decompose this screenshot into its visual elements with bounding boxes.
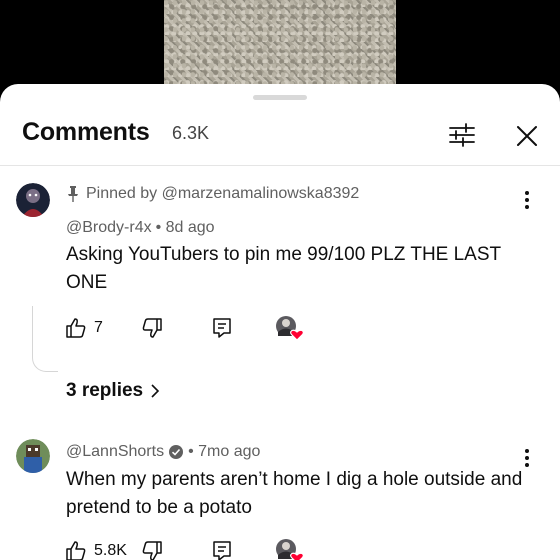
reply-button[interactable] — [210, 313, 234, 343]
view-replies-button[interactable]: 3 replies — [66, 380, 161, 402]
like-button[interactable]: 7 — [64, 313, 103, 343]
like-button[interactable]: 5.8K — [64, 536, 127, 560]
creator-heart-icon — [275, 315, 305, 341]
reply-icon — [213, 541, 231, 560]
sort-filter-button[interactable] — [446, 119, 478, 151]
sheet-title: Comments — [22, 118, 150, 146]
reply-button[interactable] — [210, 536, 234, 560]
dislike-button[interactable] — [140, 536, 164, 560]
more-vert-icon — [525, 449, 529, 467]
comment-meta: @LannShorts • 7mo ago — [66, 443, 260, 461]
dislike-button[interactable] — [140, 313, 164, 343]
comment-text: Asking YouTubers to pin me 99/100 PLZ TH… — [66, 244, 501, 293]
avatar[interactable] — [16, 439, 50, 473]
pinned-label: Pinned by @marzenamalinowska8392 — [66, 185, 359, 203]
comment-actions: 7 — [62, 313, 322, 343]
replies-label: 3 replies — [66, 380, 144, 401]
thumb-down-icon — [142, 541, 162, 560]
comment-author[interactable]: @Brody-r4x — [66, 219, 152, 237]
more-options-button[interactable] — [516, 187, 538, 213]
close-icon — [517, 126, 537, 146]
like-count: 7 — [94, 319, 103, 336]
sliders-icon — [449, 123, 475, 147]
comments-sheet: Comments 6.3K Pinned by @marzenamalinows… — [0, 84, 560, 560]
like-count: 5.8K — [94, 542, 127, 559]
comments-header: Comments 6.3K — [0, 108, 560, 166]
creator-heart-icon — [275, 538, 305, 560]
thumb-up-icon — [66, 541, 86, 560]
comment-time: • 8d ago — [155, 219, 215, 236]
comment-author[interactable]: @LannShorts — [66, 443, 164, 461]
comment-text: When my parents aren’t home I dig a hole… — [66, 469, 523, 518]
verified-check-icon — [169, 445, 184, 459]
more-vert-icon — [525, 191, 529, 209]
comment-time: • 7mo ago — [188, 443, 261, 460]
comment-count: 6.3K — [172, 123, 210, 143]
comment-meta: @Brody-r4x • 8d ago — [66, 219, 215, 237]
thumb-down-icon — [142, 318, 162, 338]
thumb-up-icon — [66, 318, 86, 338]
thread-connector — [32, 306, 58, 372]
drag-handle[interactable] — [253, 95, 307, 100]
pin-icon — [68, 186, 78, 202]
pinned-text: Pinned by @marzenamalinowska8392 — [86, 185, 360, 202]
reply-icon — [213, 318, 231, 338]
close-button[interactable] — [510, 119, 544, 153]
avatar[interactable] — [16, 183, 50, 217]
comment-actions: 5.8K — [62, 536, 322, 560]
chevron-right-icon — [151, 384, 160, 398]
